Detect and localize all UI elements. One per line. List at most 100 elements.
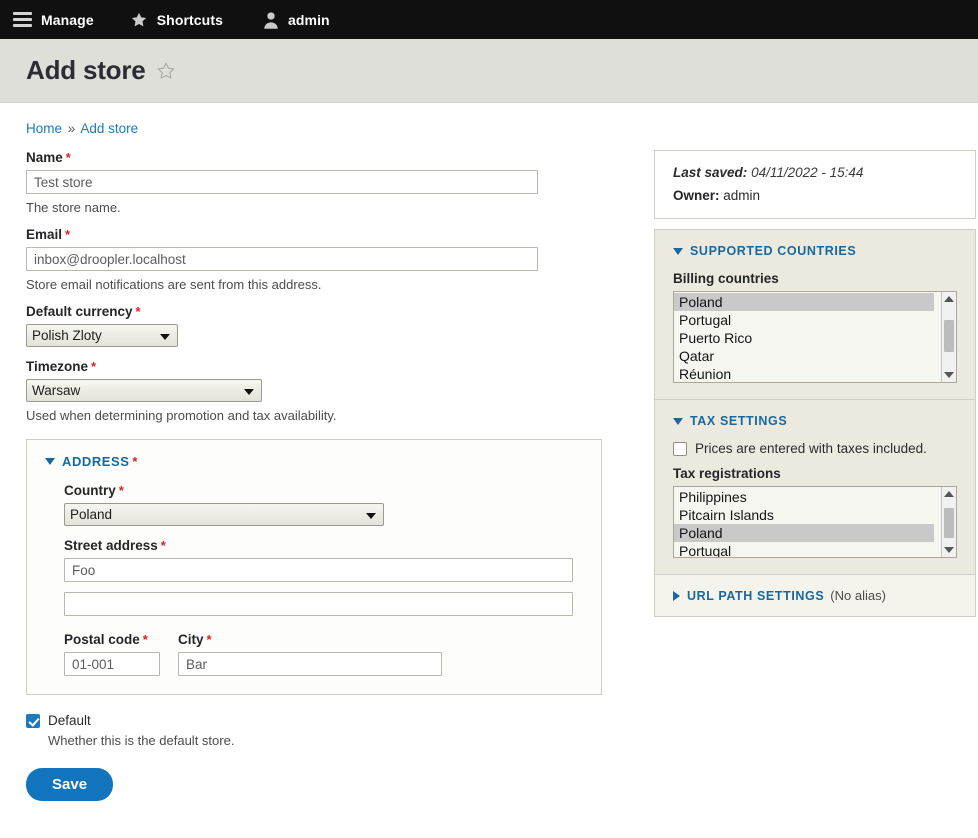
timezone-select-wrapper: Warsaw [26, 379, 262, 402]
timezone-select[interactable]: Warsaw [26, 379, 262, 402]
toolbar-item-shortcuts[interactable]: Shortcuts [124, 0, 237, 39]
name-label: Name * [26, 150, 612, 165]
postal-code-required-marker: * [142, 632, 148, 647]
tax-registrations-scrollbar[interactable] [941, 487, 956, 557]
breadcrumb-link-current[interactable]: Add store [80, 121, 138, 136]
breadcrumb: Home » Add store [0, 103, 978, 136]
scroll-down-arrow-icon[interactable] [942, 543, 956, 557]
street-address-required-marker: * [160, 538, 166, 553]
billing-countries-listbox[interactable]: Poland Portugal Puerto Rico Qatar Réunio… [673, 291, 957, 383]
field-timezone: Timezone * Warsaw Used when determining p… [26, 359, 612, 423]
url-path-settings-summary-text: URL PATH SETTINGS [687, 588, 825, 603]
scrollbar-thumb[interactable] [944, 508, 954, 538]
sidebar-column: Last saved: 04/11/2022 - 15:44 Owner: ad… [654, 150, 976, 617]
street-address-line1-input[interactable] [64, 558, 573, 582]
toolbar-item-user-label: admin [287, 11, 330, 28]
default-store-label: Default [48, 713, 91, 728]
currency-select[interactable]: Polish Zloty [26, 324, 178, 347]
scroll-down-arrow-icon[interactable] [942, 368, 956, 382]
owner-row: Owner: admin [673, 188, 957, 203]
tax-settings-summary-text: TAX SETTINGS [690, 414, 788, 428]
prices-with-taxes-checkbox[interactable] [673, 442, 687, 456]
list-item[interactable]: Poland [674, 524, 934, 542]
owner-label: Owner: [673, 188, 720, 203]
page-title: Add store [26, 55, 146, 85]
list-item[interactable]: Puerto Rico [674, 329, 934, 347]
field-city: City * [178, 632, 442, 676]
url-path-status: (No alias) [830, 588, 886, 603]
list-item[interactable]: Réunion [674, 365, 934, 382]
default-store-row: Default [26, 713, 952, 728]
city-required-marker: * [206, 632, 212, 647]
url-path-settings-summary[interactable]: URL PATH SETTINGS (No alias) [673, 588, 957, 603]
city-input[interactable] [178, 652, 442, 676]
supported-countries-summary[interactable]: SUPPORTED COUNTRIES [673, 244, 957, 258]
default-store-description: Whether this is the default store. [48, 733, 235, 748]
tax-registrations-options: Philippines Pitcairn Islands Poland Port… [674, 487, 956, 557]
main-form-column: Name* The store name. Email* Store email… [26, 150, 612, 695]
list-item[interactable]: Portugal [674, 542, 934, 557]
country-required-marker: * [118, 483, 124, 498]
name-description: The store name. [26, 200, 121, 215]
name-required-marker: * [65, 150, 71, 165]
postal-code-input[interactable] [64, 652, 160, 676]
tax-settings-panel: TAX SETTINGS Prices are entered with tax… [654, 400, 976, 575]
street-address-line2-input[interactable] [64, 592, 573, 616]
tax-settings-summary[interactable]: TAX SETTINGS [673, 414, 957, 428]
postal-code-label: Postal code * [64, 632, 160, 647]
email-label-text: Email [26, 227, 63, 242]
supported-countries-panel: SUPPORTED COUNTRIES Billing countries Po… [654, 229, 976, 400]
currency-label: Default currency * [26, 304, 612, 319]
address-summary-text: ADDRESS [62, 454, 130, 469]
address-fields: Country * Poland Street address * Foo Po… [45, 483, 583, 676]
supported-countries-summary-text: SUPPORTED COUNTRIES [690, 244, 857, 258]
email-label: Email * [26, 227, 612, 242]
address-fieldset-summary[interactable]: ADDRESS * [45, 454, 583, 469]
field-email: Email* Store email notifications are sen… [26, 227, 612, 292]
name-input[interactable] [26, 170, 538, 194]
field-street-address: Street address * [64, 538, 583, 616]
timezone-label: Timezone * [26, 359, 612, 374]
postal-code-label-text: Postal code [64, 632, 140, 647]
owner-value: admin [723, 188, 761, 203]
billing-countries-label: Billing countries [673, 271, 779, 286]
page-header: Add store [0, 39, 978, 103]
scroll-up-arrow-icon[interactable] [942, 292, 956, 306]
list-item[interactable]: Philippines [674, 488, 934, 506]
field-default-currency: Default currency * Polish Zloty [26, 304, 612, 347]
address-required-marker: * [132, 454, 139, 469]
toolbar-item-manage-label: Manage [41, 11, 94, 28]
billing-countries-scrollbar[interactable] [941, 292, 956, 382]
list-item[interactable]: Poland [674, 293, 934, 311]
bookmark-star-outline-icon[interactable] [156, 61, 176, 81]
currency-select-wrapper: Polish Zloty [26, 324, 178, 347]
postal-city-row: Postal code* City* [64, 632, 583, 676]
triangle-right-icon [673, 590, 680, 601]
star-icon [131, 12, 146, 26]
form-footer: Default Whether this is the default stor… [0, 695, 978, 801]
timezone-label-text: Timezone [26, 359, 89, 374]
country-select[interactable]: Poland [64, 503, 384, 526]
list-item[interactable]: Portugal [674, 311, 934, 329]
save-button[interactable]: Save [26, 768, 114, 801]
tax-registrations-listbox[interactable]: Philippines Pitcairn Islands Poland Port… [673, 486, 957, 558]
toolbar-item-user[interactable]: admin [257, 0, 344, 39]
breadcrumb-separator: » [67, 121, 76, 136]
list-item[interactable]: Qatar [674, 347, 934, 365]
scrollbar-thumb[interactable] [944, 320, 954, 352]
field-postal-code: Postal code * [64, 632, 160, 676]
city-label: City * [178, 632, 442, 647]
default-store-checkbox[interactable] [26, 714, 40, 728]
country-label: Country * [64, 483, 583, 498]
scroll-up-arrow-icon[interactable] [942, 487, 956, 501]
triangle-down-icon [45, 458, 55, 465]
page-layout: Name* The store name. Email* Store email… [0, 136, 978, 695]
list-item[interactable]: Pitcairn Islands [674, 506, 934, 524]
toolbar-item-manage[interactable]: Manage [7, 0, 108, 39]
currency-required-marker: * [135, 304, 141, 319]
prices-with-taxes-label: Prices are entered with taxes included. [695, 441, 927, 456]
breadcrumb-link-home[interactable]: Home [26, 121, 62, 136]
email-input[interactable] [26, 247, 538, 271]
url-path-settings-panel: URL PATH SETTINGS (No alias) [654, 575, 976, 617]
email-required-marker: * [65, 227, 71, 242]
